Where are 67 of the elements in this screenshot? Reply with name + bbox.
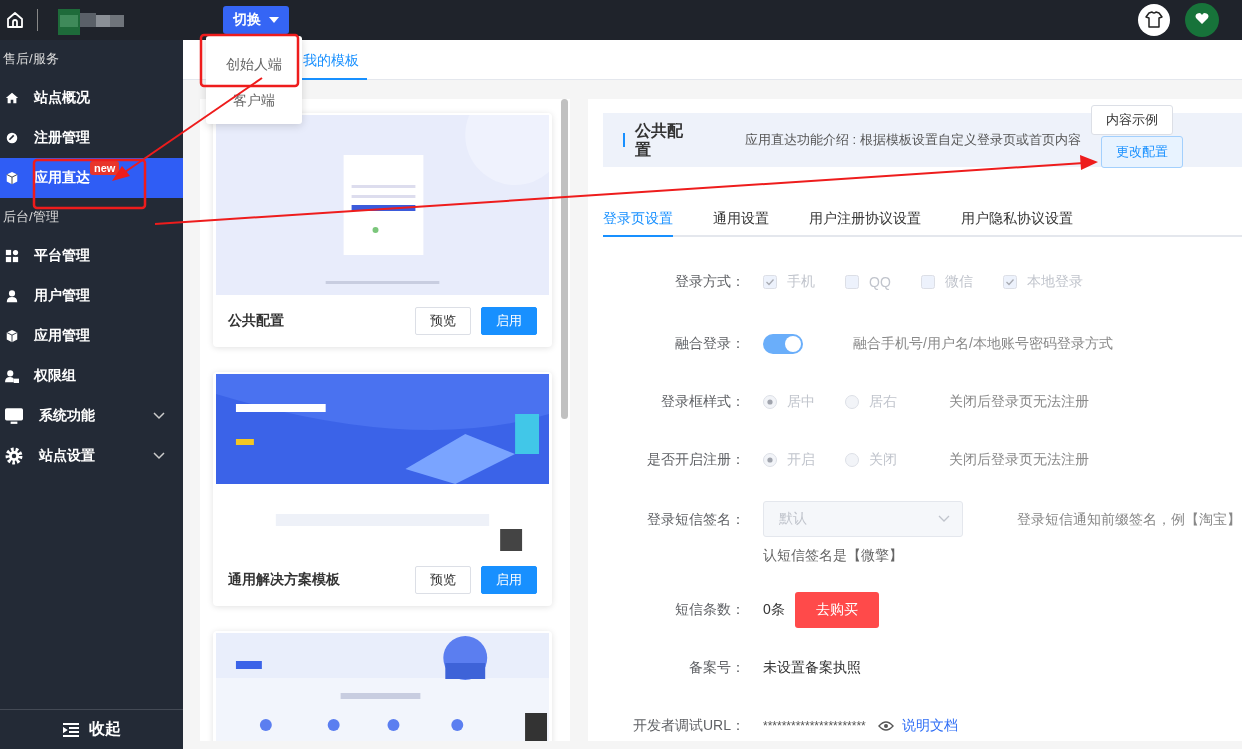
docs-link[interactable]: 说明文档 [901,717,958,735]
config-title: 公共配置 [635,121,684,159]
option-label: 开启 [787,451,815,469]
option-label: 微信 [944,273,973,291]
option-label: QQ [869,274,891,290]
sidebar-group-title: 后台/管理 [2,208,60,226]
link-icon [5,131,19,145]
cube-icon [5,329,19,343]
new-badge: new [90,161,120,175]
menu-item[interactable]: 客户端 [206,82,302,118]
sidebar-item[interactable]: 系统功能 [0,396,183,436]
template-title: 公共配置 [228,312,285,330]
sidebar-item[interactable]: 应用直达 new [0,158,183,198]
scrollbar[interactable] [561,99,568,419]
tab[interactable]: 用户注册协议设置 [809,203,921,237]
user-lock-icon [5,369,19,383]
option-label: 居右 [869,393,897,411]
sidebar-group-title: 售后/服务 [2,50,60,68]
field-value: 未设置备案执照 [763,659,861,677]
field-label: 是否开启注册： [646,451,745,469]
field-label: 短信条数： [674,601,745,619]
caret-icon [269,17,279,23]
monitor-icon [5,407,23,425]
tab[interactable]: 用户隐私协议设置 [961,203,1073,237]
sidebar-item[interactable]: 注册管理 [0,118,183,158]
preview-button[interactable]: 预览 [415,566,471,594]
option-label: 关闭 [869,451,897,469]
sidebar-item[interactable]: 平台管理 [0,236,183,276]
home-icon[interactable] [5,10,25,30]
switch-dropdown-button[interactable]: 切换 [223,6,289,34]
toggle-switch[interactable] [763,334,803,354]
template-title: 通用解决方案模板 [228,571,341,589]
hint-text: 融合手机号/用户名/本地账号密码登录方式 [853,335,1113,353]
gear-icon [5,447,23,465]
hint-text: 登录短信通知前缀签名，例【淘宝】 [1017,510,1241,529]
shirt-icon[interactable] [1138,4,1170,36]
home-icon [5,91,19,105]
avatar-icon[interactable] [1185,3,1219,37]
field-label: 登录短信签名： [646,510,745,529]
sidebar-item[interactable]: 站点设置 [0,436,183,476]
sidebar-item[interactable]: 站点概况 [0,78,183,118]
user-icon [5,289,19,303]
menu-icon [62,722,79,737]
tab[interactable]: 通用设置 [713,203,769,237]
field-label: 登录框样式： [660,393,745,411]
sidebar-item[interactable]: 权限组 [0,356,183,396]
grid-icon [5,249,19,263]
sidebar-item[interactable]: 应用管理 [0,316,183,356]
option-label: 居中 [787,393,815,411]
field-label: 备案号： [688,659,745,677]
hint-text: 关闭后登录页无法注册 [949,393,1089,411]
example-button[interactable]: 内容示例 [1091,104,1173,135]
intro-text: 应用直达功能介绍 : 根据模板设置自定义登录页或首页内容 [745,132,1082,148]
eye-icon[interactable] [877,721,894,731]
option-label: 手机 [787,273,815,291]
sidebar-item[interactable]: 用户管理 [0,276,183,316]
option-label: 本地登录 [1026,273,1083,291]
field-label: 登录方式： [674,273,745,291]
preview-button[interactable]: 预览 [415,307,471,335]
hint-text: 认短信签名是【微擎】 [763,547,904,565]
field-label: 开发者调试URL： [632,717,745,735]
chevron-icon [938,515,950,523]
field-label: 融合登录： [674,335,745,353]
cube-icon [5,171,19,185]
masked-url: ********************** [763,719,866,733]
field-value: 0条 [763,601,785,619]
hint-text: 关闭后登录页无法注册 [949,451,1089,469]
